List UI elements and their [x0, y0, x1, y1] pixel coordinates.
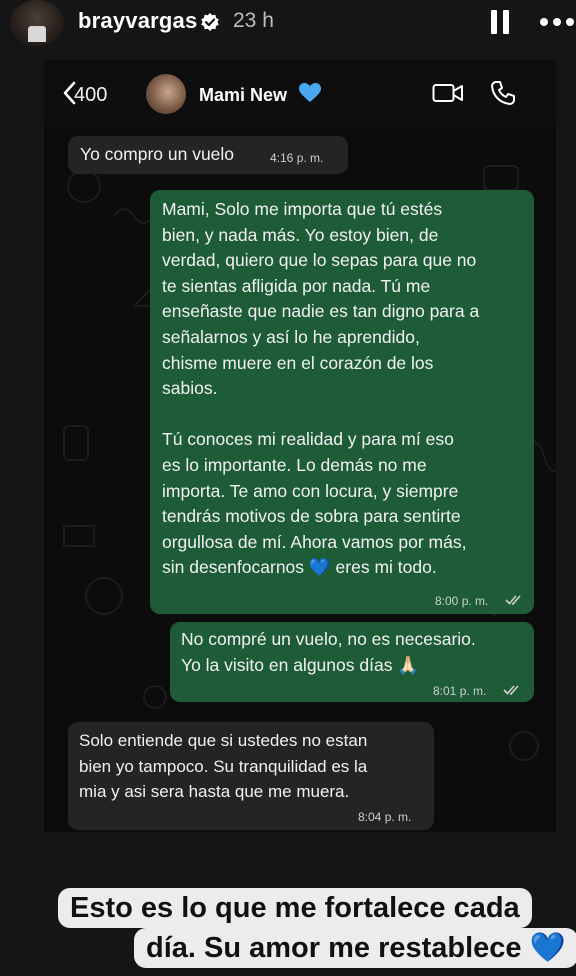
- message-incoming[interactable]: Yo compro un vuelo 4:16 p. m.: [68, 136, 348, 174]
- phone-icon[interactable]: [490, 80, 516, 106]
- contact-avatar[interactable]: [146, 74, 186, 114]
- story-username[interactable]: brayvargas: [78, 8, 197, 34]
- double-check-icon: [505, 595, 521, 605]
- more-dots-icon[interactable]: [540, 18, 576, 28]
- message-time: 8:04 p. m.: [358, 810, 412, 824]
- avatar[interactable]: [10, 0, 64, 46]
- blue-heart-icon: [299, 83, 321, 102]
- message-time: 4:16 p. m.: [270, 151, 324, 165]
- message-time: 8:00 p. m.: [435, 594, 489, 608]
- story-time: 23 h: [233, 9, 274, 32]
- chat-screenshot: 400 Mami New Yo compro un vuelo 4:16 p. …: [44, 60, 556, 832]
- message-text: No compré un vuelo, no es necesario. Yo …: [181, 629, 476, 675]
- caption-line: Esto es lo que me fortalece cada: [58, 888, 532, 928]
- message-text: Yo compro un vuelo: [80, 144, 235, 164]
- message-text: Solo entiende que si ustedes no estan bi…: [79, 731, 368, 802]
- story-header: brayvargas 23 h: [0, 0, 576, 50]
- chat-header: 400 Mami New: [44, 60, 556, 126]
- contact-name[interactable]: Mami New: [199, 85, 287, 106]
- double-check-icon: [503, 685, 519, 695]
- unread-count: 400: [74, 84, 108, 106]
- message-time: 8:01 p. m.: [433, 684, 487, 698]
- video-camera-icon[interactable]: [432, 82, 464, 104]
- message-outgoing[interactable]: No compré un vuelo, no es necesario. Yo …: [170, 622, 534, 702]
- message-outgoing[interactable]: Mami, Solo me importa que tú estés bien,…: [150, 190, 534, 614]
- caption-line: día. Su amor me restablece 💙: [134, 928, 576, 968]
- message-incoming[interactable]: Solo entiende que si ustedes no estan bi…: [68, 722, 434, 830]
- verified-badge-icon: [201, 13, 219, 31]
- message-text: Mami, Solo me importa que tú estés bien,…: [162, 199, 480, 578]
- pause-icon[interactable]: [489, 10, 511, 34]
